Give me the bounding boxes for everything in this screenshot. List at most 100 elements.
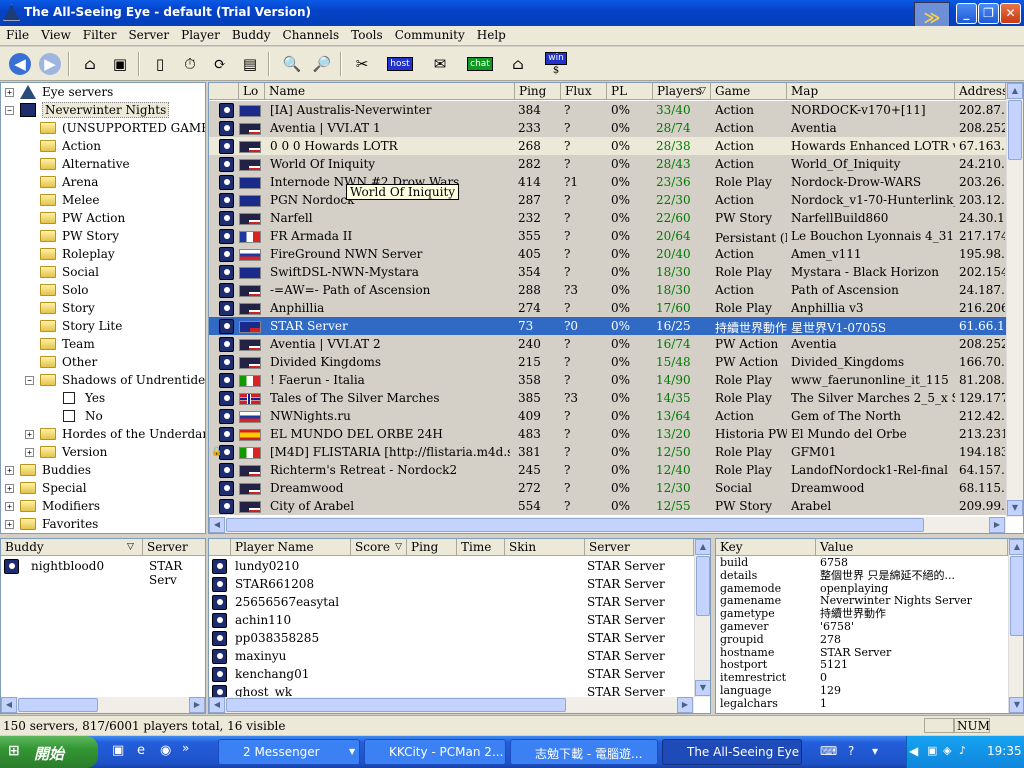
- server-row[interactable]: World Of Iniquity 282? 0% 28/43 Action World_…: [209, 155, 1007, 173]
- col-buddy[interactable]: Buddy ▽: [1, 539, 143, 556]
- tree-item-social[interactable]: Social: [40, 263, 99, 281]
- col-map[interactable]: Map: [787, 83, 955, 100]
- menu-channels[interactable]: Channels: [277, 26, 346, 42]
- server-row[interactable]: Richterm's Retreat - Nordock2 245? 0% 12/40…: [209, 461, 1007, 479]
- col-flux[interactable]: Flux: [561, 83, 607, 100]
- menu-view[interactable]: View: [35, 26, 77, 42]
- filter-icon[interactable]: ▤: [236, 50, 264, 78]
- col-server[interactable]: Server: [585, 539, 694, 556]
- col-players[interactable]: Players ▽: [653, 83, 711, 100]
- server-row[interactable]: Anphillia 274? 0% 17/60 Role Play Anphillia v…: [209, 299, 1007, 317]
- checkbox-icon[interactable]: [63, 410, 75, 422]
- menu-community[interactable]: Community: [389, 26, 471, 42]
- player-vscroll[interactable]: ▲ ▼: [694, 539, 710, 697]
- quicklaunch-ie-icon[interactable]: e: [137, 743, 145, 758]
- mail-icon[interactable]: ✉: [426, 50, 454, 78]
- tray-shield-icon[interactable]: ▣: [927, 744, 937, 757]
- menu-file[interactable]: File: [0, 26, 35, 42]
- scroll-thumb[interactable]: [1008, 100, 1022, 160]
- server-row[interactable]: Aventia | VVI.AT 2 240? 0% 16/74 PW Action Av…: [209, 335, 1007, 353]
- home-icon[interactable]: ⌂: [76, 50, 104, 78]
- stopwatch-icon[interactable]: ⏱: [176, 50, 204, 78]
- player-row[interactable]: 25656567easytal STAR Server: [209, 593, 699, 611]
- tray-expand-icon[interactable]: ◀: [909, 744, 918, 758]
- server-row[interactable]: Divided Kingdoms 215? 0% 15/48 PW Action Divi…: [209, 353, 1007, 371]
- tree-favorites[interactable]: + Favorites: [5, 515, 98, 533]
- tree-sou-yes[interactable]: Yes: [63, 389, 105, 407]
- house-icon[interactable]: ⌂: [504, 50, 532, 78]
- player-row[interactable]: maxinyu STAR Server: [209, 647, 699, 665]
- task-messenger[interactable]: 2 Messenger ▼: [218, 739, 360, 765]
- col-player-name[interactable]: Player Name: [231, 539, 351, 556]
- col-player-icon[interactable]: [209, 539, 231, 556]
- task-kkcity[interactable]: KKCity - PCMan 2...: [364, 739, 506, 765]
- hscroll-thumb[interactable]: [226, 518, 924, 532]
- menu-tools[interactable]: Tools: [345, 26, 389, 42]
- tree-item-action[interactable]: Action: [40, 137, 101, 155]
- server-row[interactable]: FR Armada II 355? 0% 20/64 Persistant (R璧 Le …: [209, 227, 1007, 245]
- host-button[interactable]: host: [386, 50, 414, 78]
- scroll-down-icon[interactable]: ▼: [1007, 500, 1023, 516]
- tree-item-alternative[interactable]: Alternative: [40, 155, 130, 173]
- col-game[interactable]: Game: [711, 83, 787, 100]
- checkbox-icon[interactable]: [63, 392, 75, 404]
- tree-sou-no[interactable]: No: [63, 407, 103, 425]
- tree-item-team[interactable]: Team: [40, 335, 95, 353]
- chat-button[interactable]: chat: [466, 50, 494, 78]
- close-button[interactable]: ✕: [1000, 3, 1021, 24]
- tree-item-version[interactable]: + Version: [25, 443, 107, 461]
- task-allseeingeye[interactable]: The All-Seeing Eye ...: [662, 739, 802, 765]
- tree-item-roleplay[interactable]: Roleplay: [40, 245, 115, 263]
- tree-buddies[interactable]: + Buddies: [5, 461, 91, 479]
- expander-icon[interactable]: +: [5, 87, 14, 97]
- expander-icon[interactable]: +: [5, 501, 14, 511]
- server-row[interactable]: Internode NWN #2 Drow Wars 414 ?1 0% 23/36 Ro…: [209, 173, 1007, 191]
- player-row[interactable]: lundy0210 STAR Server: [209, 557, 699, 575]
- server-row[interactable]: NWNights.ru 409? 0% 13/64 Action Gem of The N…: [209, 407, 1007, 425]
- server-list-vscroll[interactable]: ▲ ▼: [1006, 83, 1023, 517]
- expander-icon[interactable]: −: [25, 375, 34, 385]
- tray-network-icon[interactable]: ◈: [943, 744, 951, 757]
- menu-buddy[interactable]: Buddy: [226, 26, 277, 42]
- keyboard-icon[interactable]: ⌨: [820, 744, 837, 758]
- menu-filter[interactable]: Filter: [77, 26, 123, 42]
- forward-icon[interactable]: ▶: [36, 50, 64, 78]
- player-hscroll[interactable]: ◀ ▶: [209, 697, 694, 713]
- task-download[interactable]: 志勉下載 - 電腦遊...: [510, 739, 658, 765]
- server-list-hscroll[interactable]: ◀ ▶: [209, 517, 1006, 533]
- language-bar-icon[interactable]: ▾: [872, 744, 878, 758]
- tree-item-melee[interactable]: Melee: [40, 191, 99, 209]
- expander-icon[interactable]: +: [5, 465, 14, 475]
- col-ping[interactable]: Ping: [515, 83, 561, 100]
- title-bar[interactable]: The All-Seeing Eye - default (Trial Vers…: [0, 0, 1024, 34]
- player-row[interactable]: achin110 STAR Server: [209, 611, 699, 629]
- server-row[interactable]: Aventia | VVI.AT 1 233? 0% 28/74 Action Avent…: [209, 119, 1007, 137]
- col-name[interactable]: Name: [265, 83, 515, 100]
- tree-item-other[interactable]: Other: [40, 353, 97, 371]
- server-row[interactable]: [IA] Australis-Neverwinter 384? 0% 33/40 Act…: [209, 101, 1007, 119]
- zoom-out-icon[interactable]: 🔎: [308, 50, 336, 78]
- col-icon[interactable]: [209, 83, 239, 100]
- col-ping[interactable]: Ping: [407, 539, 457, 556]
- scroll-left-icon[interactable]: ◀: [209, 517, 225, 533]
- tools-icon[interactable]: ✂: [348, 50, 376, 78]
- quicklaunch-more-icon[interactable]: »: [182, 741, 189, 755]
- buddy-row[interactable]: nightblood0 STAR Serv: [1, 557, 205, 587]
- restore-button[interactable]: ❐: [978, 3, 999, 24]
- server-row[interactable]: Dreamwood 272? 0% 12/30 Social Dreamwood 68.11…: [209, 479, 1007, 497]
- expander-icon[interactable]: +: [25, 447, 34, 457]
- rules-vscroll[interactable]: ▲ ▼: [1008, 539, 1023, 713]
- col-value[interactable]: Value: [816, 539, 1008, 556]
- server-row[interactable]: [M4D] FLISTARIA [http://flistaria.m4d.sm…: [209, 443, 1007, 461]
- back-icon[interactable]: ◀: [6, 50, 34, 78]
- expander-icon[interactable]: −: [5, 105, 14, 115]
- minimize-button[interactable]: _: [956, 3, 977, 24]
- server-row[interactable]: 0 0 0 Howards LOTR 268? 0% 28/38 Action Howar…: [209, 137, 1007, 155]
- tree-item-unsupported-game[interactable]: (UNSUPPORTED GAME): [40, 119, 205, 137]
- expander-icon[interactable]: +: [5, 519, 14, 529]
- col-address[interactable]: Address: [955, 83, 1006, 100]
- win-money-button[interactable]: win $: [542, 50, 570, 78]
- menu-player[interactable]: Player: [175, 26, 226, 42]
- col-pl[interactable]: PL: [607, 83, 653, 100]
- tree-item-arena[interactable]: Arena: [40, 173, 98, 191]
